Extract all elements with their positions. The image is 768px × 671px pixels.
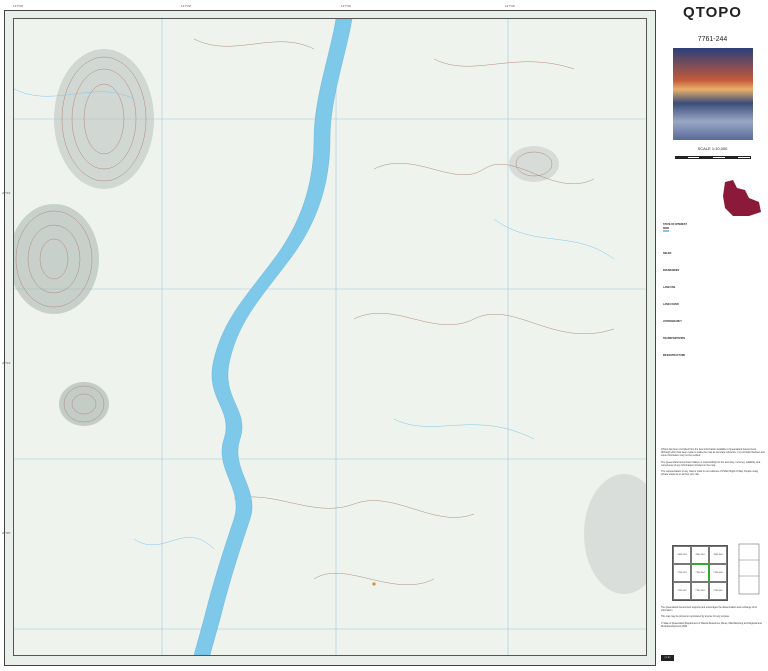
sheet-id: 7761-244 [697,36,728,43]
tile[interactable]: 7861-344 [709,546,727,564]
river [193,19,353,655]
tile[interactable]: 7761-343 [709,564,727,582]
map-frame: 147°00' 147°02' 147°04' 147°06' 20°03' 2… [2,4,656,666]
legend-heading-4: LAND USE [663,286,676,290]
map-canvas[interactable] [13,18,647,656]
tile[interactable]: 7761-342 [709,582,727,600]
top-tick-1: 147°00' [13,4,24,8]
legend: STATE OF INTEREST RELIEF BOUNDARIES LAND… [663,222,763,432]
legend-heading-5: LAND COVER [663,303,679,307]
left-tick-3: 20°05' [2,531,11,535]
tile-current[interactable]: 7761-244 [691,564,709,582]
cover-photo [673,48,753,140]
footer-text: The Queensland Government supports and e… [661,607,765,629]
legend-heading-6: HYDROGRAPHY [663,320,682,324]
tile[interactable]: 7861-134 [673,546,691,564]
top-tick-2: 147°02' [181,4,192,8]
support-text: The Queensland Government supports and e… [661,607,757,613]
legend-heading-2: RELIEF [663,252,672,256]
copyright-text: © State of Queensland (Department of Nat… [661,622,762,628]
scale-label: SCALE 1:10,000 [697,146,728,151]
disclaimer-1: QTopo has been compiled from the best in… [661,448,765,458]
adjoining-sheets-grid: 7861-134 7861-244 7861-344 7761-143 7761… [672,545,728,601]
scale-bar [675,156,752,159]
feature-marker [372,582,376,586]
disclaimer-2: The Queensland Government takes no respo… [661,460,761,467]
cc-license-badge: CC BY [661,655,674,661]
disclaimer-text: QTopo has been compiled from the best in… [661,448,765,476]
top-tick-4: 147°06' [505,4,516,8]
legend-heading-7: TRANSPORTATION [663,337,685,341]
info-panel: QTOPO 7761-244 SCALE 1:10,000 STATE OF I… [657,0,768,671]
tile[interactable]: 7761-243 [691,582,709,600]
tile[interactable]: 7861-244 [691,546,709,564]
queensland-locator-icon [723,180,761,216]
folding-diagram-icon [738,543,760,595]
top-tick-3: 147°04' [341,4,352,8]
legend-heading-8: INFRASTRUCTURE [663,354,686,358]
left-tick-2: 20°04' [2,361,11,365]
disclaimer-3: The representation of any road or track … [661,470,759,477]
map-title: QTOPO [683,4,742,21]
map-graphics [14,19,646,655]
publish-note: This map may be printed or reproduced by… [661,616,730,619]
legend-heading-3: BOUNDARIES [663,269,680,273]
tile[interactable]: 7761-143 [673,564,691,582]
left-tick-1: 20°03' [2,191,11,195]
tile[interactable]: 7761-142 [673,582,691,600]
